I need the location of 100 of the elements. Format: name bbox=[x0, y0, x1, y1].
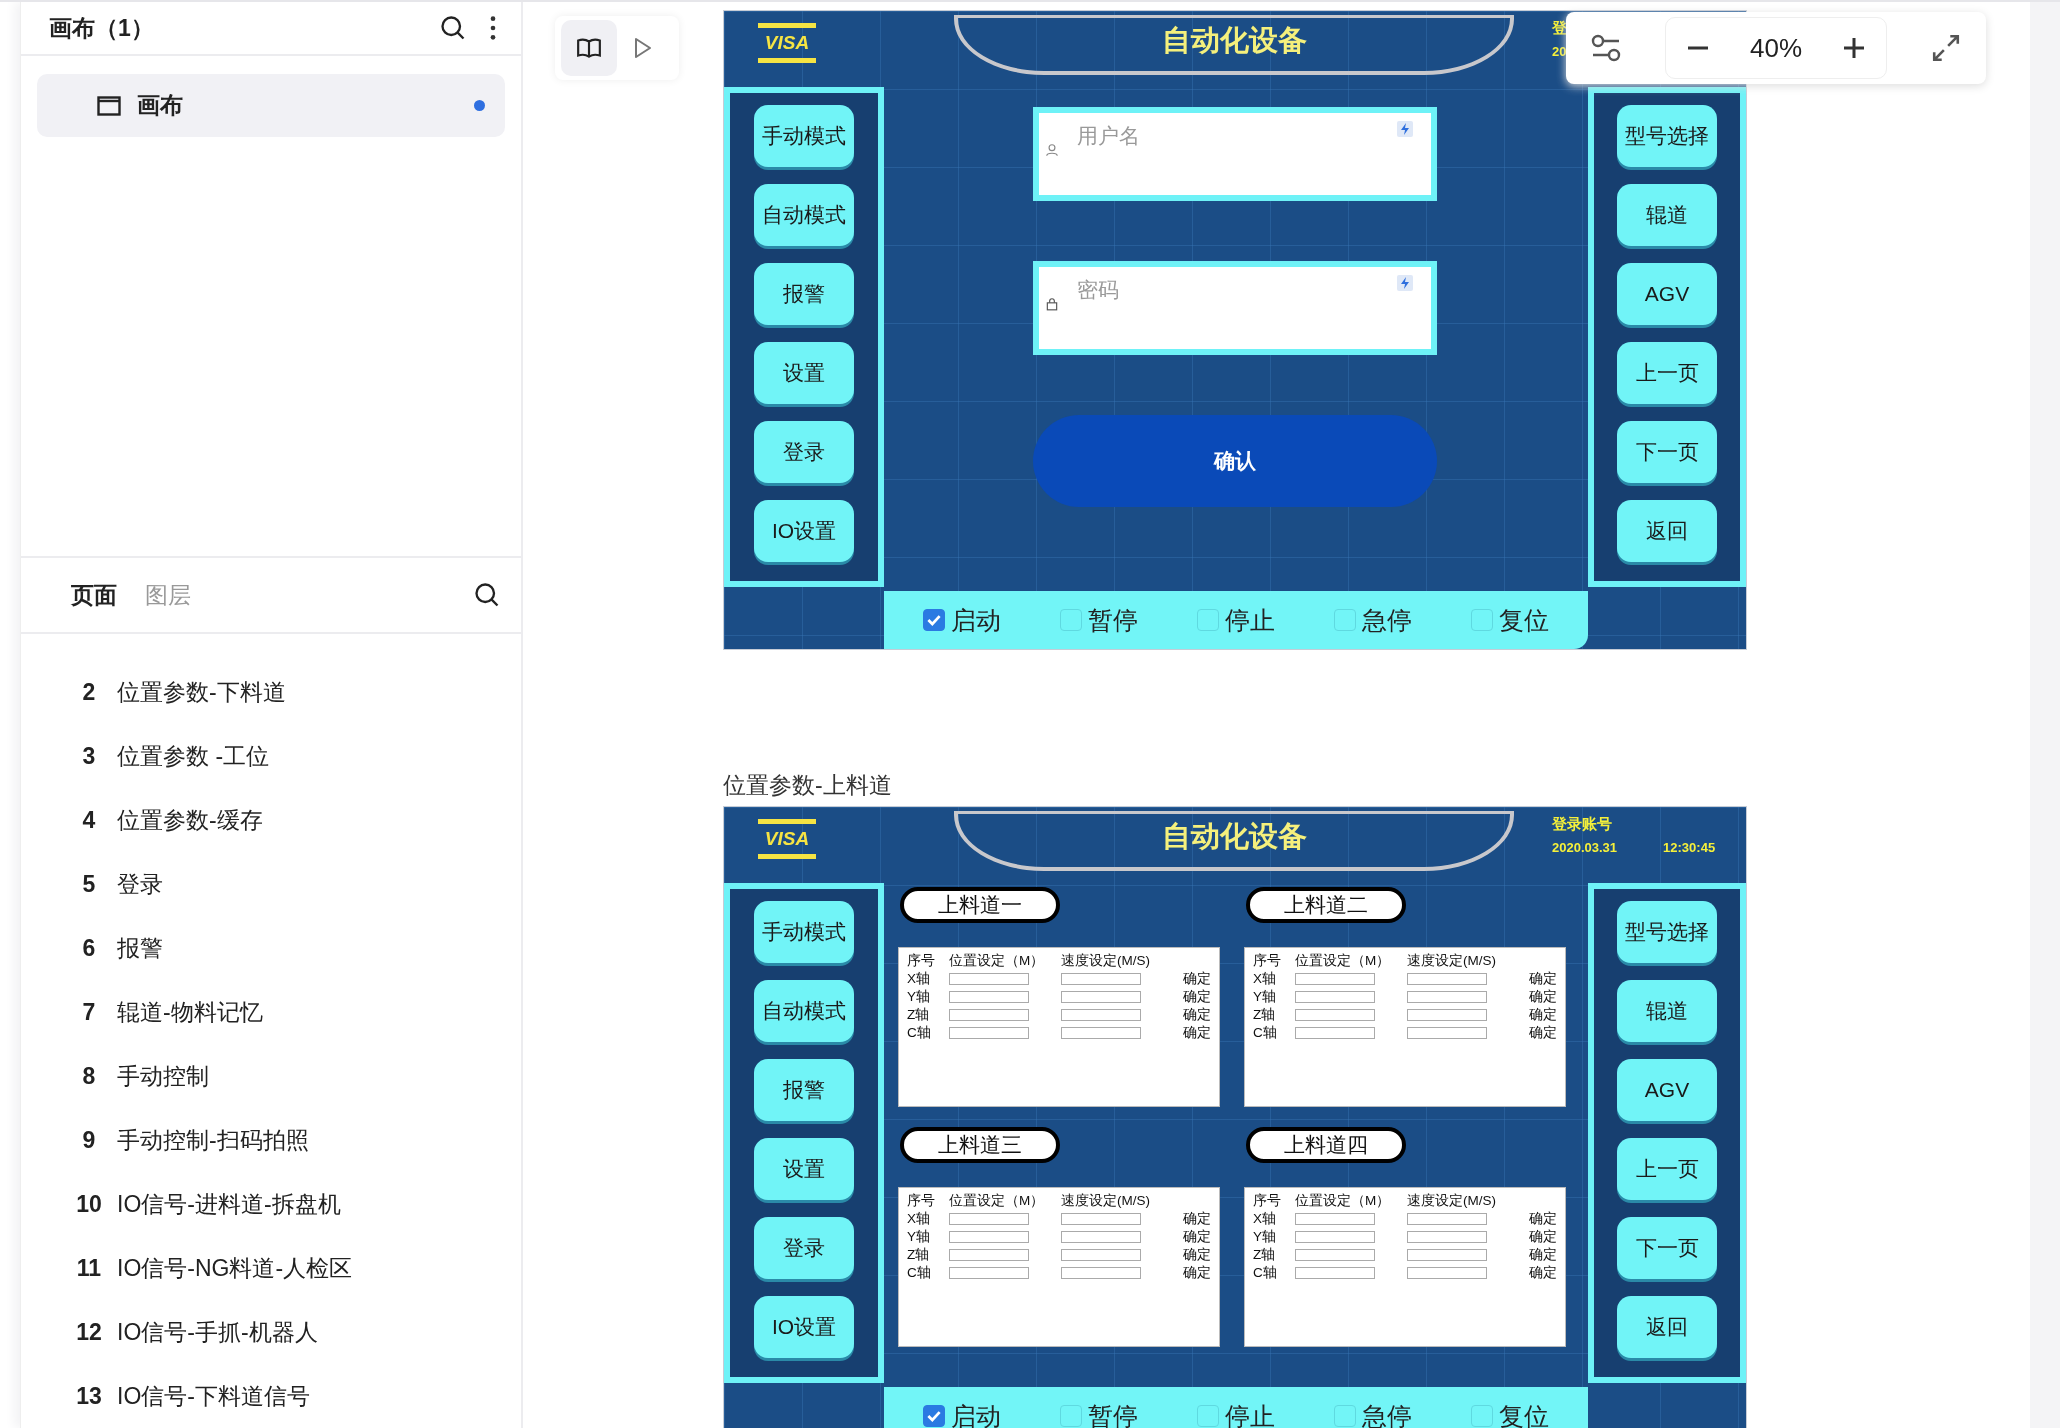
position-input[interactable] bbox=[949, 991, 1029, 1003]
confirm-link[interactable]: 确定 bbox=[1173, 1246, 1211, 1264]
page-item[interactable]: 位置参数-缓存 bbox=[117, 804, 263, 836]
speed-input[interactable] bbox=[1407, 1267, 1487, 1279]
confirm-button[interactable]: 确认 bbox=[1033, 415, 1437, 507]
menu-button[interactable]: 型号选择 bbox=[1617, 901, 1717, 963]
speed-input[interactable] bbox=[1061, 1213, 1141, 1225]
speed-input[interactable] bbox=[1061, 1231, 1141, 1243]
position-input[interactable] bbox=[1295, 1249, 1375, 1261]
page-item[interactable]: 登录 bbox=[117, 868, 163, 900]
menu-button[interactable]: 报警 bbox=[754, 263, 854, 325]
menu-button[interactable]: 辊道 bbox=[1617, 184, 1717, 246]
menu-button[interactable]: AGV bbox=[1617, 1059, 1717, 1121]
menu-button[interactable]: AGV bbox=[1617, 263, 1717, 325]
menu-button[interactable]: 自动模式 bbox=[754, 184, 854, 246]
confirm-link[interactable]: 确定 bbox=[1173, 970, 1211, 988]
checkbox[interactable] bbox=[1060, 609, 1083, 631]
confirm-link[interactable]: 确定 bbox=[1519, 1024, 1557, 1042]
checkbox[interactable] bbox=[1333, 1405, 1356, 1427]
speed-input[interactable] bbox=[1061, 1027, 1141, 1039]
position-input[interactable] bbox=[949, 1009, 1029, 1021]
speed-input[interactable] bbox=[1407, 973, 1487, 985]
page-item[interactable]: IO信号-进料道-拆盘机 bbox=[117, 1188, 341, 1220]
position-input[interactable] bbox=[1295, 1213, 1375, 1225]
menu-button[interactable]: 下一页 bbox=[1617, 1217, 1717, 1279]
confirm-link[interactable]: 确定 bbox=[1519, 970, 1557, 988]
checkbox[interactable] bbox=[1470, 1405, 1493, 1427]
confirm-link[interactable]: 确定 bbox=[1173, 1006, 1211, 1024]
confirm-link[interactable]: 确定 bbox=[1519, 1210, 1557, 1228]
speed-input[interactable] bbox=[1407, 1009, 1487, 1021]
page-item[interactable]: 报警 bbox=[117, 932, 163, 964]
menu-button[interactable]: 上一页 bbox=[1617, 1138, 1717, 1200]
confirm-link[interactable]: 确定 bbox=[1173, 1024, 1211, 1042]
position-input[interactable] bbox=[1295, 1231, 1375, 1243]
position-input[interactable] bbox=[1295, 973, 1375, 985]
position-input[interactable] bbox=[949, 1267, 1029, 1279]
speed-input[interactable] bbox=[1407, 1231, 1487, 1243]
speed-input[interactable] bbox=[1061, 1267, 1141, 1279]
menu-button[interactable]: 下一页 bbox=[1617, 421, 1717, 483]
speed-input[interactable] bbox=[1407, 991, 1487, 1003]
position-input[interactable] bbox=[949, 1231, 1029, 1243]
confirm-link[interactable]: 确定 bbox=[1519, 1228, 1557, 1246]
menu-button[interactable]: 手动模式 bbox=[754, 105, 854, 167]
speed-input[interactable] bbox=[1407, 1249, 1487, 1261]
position-input[interactable] bbox=[1295, 1267, 1375, 1279]
menu-button[interactable]: 设置 bbox=[754, 1138, 854, 1200]
confirm-link[interactable]: 确定 bbox=[1519, 1246, 1557, 1264]
checkbox[interactable] bbox=[1333, 609, 1356, 631]
expand-icon[interactable] bbox=[1930, 33, 1962, 63]
menu-button[interactable]: 返回 bbox=[1617, 500, 1717, 562]
confirm-link[interactable]: 确定 bbox=[1519, 1264, 1557, 1282]
page-item[interactable]: IO信号-手抓-机器人 bbox=[117, 1316, 318, 1348]
checkbox[interactable] bbox=[1470, 609, 1493, 631]
password-field[interactable]: 密码 bbox=[1033, 261, 1437, 355]
position-input[interactable] bbox=[949, 1213, 1029, 1225]
menu-button[interactable]: 辊道 bbox=[1617, 980, 1717, 1042]
menu-button[interactable]: IO设置 bbox=[754, 500, 854, 562]
menu-button[interactable]: 上一页 bbox=[1617, 342, 1717, 404]
menu-button[interactable]: 自动模式 bbox=[754, 980, 854, 1042]
page-item[interactable]: 位置参数 -工位 bbox=[117, 740, 270, 772]
page-item[interactable]: IO信号-下料道信号 bbox=[117, 1380, 310, 1412]
menu-button[interactable]: 返回 bbox=[1617, 1296, 1717, 1358]
page-item[interactable]: 位置参数-下料道 bbox=[117, 676, 286, 708]
confirm-link[interactable]: 确定 bbox=[1173, 1264, 1211, 1282]
position-input[interactable] bbox=[949, 1249, 1029, 1261]
position-input[interactable] bbox=[949, 1027, 1029, 1039]
speed-input[interactable] bbox=[1407, 1027, 1487, 1039]
speed-input[interactable] bbox=[1061, 1249, 1141, 1261]
page-item[interactable]: 手动控制 bbox=[117, 1060, 209, 1092]
position-input[interactable] bbox=[1295, 1009, 1375, 1021]
confirm-link[interactable]: 确定 bbox=[1173, 1228, 1211, 1246]
page-item[interactable]: 手动控制-扫码拍照 bbox=[117, 1124, 309, 1156]
checkbox[interactable] bbox=[1197, 609, 1219, 631]
confirm-link[interactable]: 确定 bbox=[1173, 1210, 1211, 1228]
position-input[interactable] bbox=[949, 973, 1029, 985]
speed-input[interactable] bbox=[1407, 1213, 1487, 1225]
panel-tab[interactable]: 页面 bbox=[65, 575, 123, 615]
canvas-item[interactable]: 画布 bbox=[37, 74, 505, 137]
menu-button[interactable]: 登录 bbox=[754, 421, 854, 483]
speed-input[interactable] bbox=[1061, 991, 1141, 1003]
menu-button[interactable]: IO设置 bbox=[754, 1296, 854, 1358]
speed-input[interactable] bbox=[1061, 973, 1141, 985]
menu-button[interactable]: 登录 bbox=[754, 1217, 854, 1279]
page-item[interactable]: 辊道-物料记忆 bbox=[117, 996, 263, 1028]
confirm-link[interactable]: 确定 bbox=[1519, 1006, 1557, 1024]
menu-button[interactable]: 型号选择 bbox=[1617, 105, 1717, 167]
position-input[interactable] bbox=[1295, 1027, 1375, 1039]
speed-input[interactable] bbox=[1061, 1009, 1141, 1021]
checkbox[interactable] bbox=[923, 1405, 946, 1427]
menu-button[interactable]: 报警 bbox=[754, 1059, 854, 1121]
sliders-icon[interactable] bbox=[1590, 33, 1622, 63]
position-input[interactable] bbox=[1295, 991, 1375, 1003]
plus-icon[interactable] bbox=[1842, 36, 1866, 60]
confirm-link[interactable]: 确定 bbox=[1519, 988, 1557, 1006]
play-icon[interactable] bbox=[633, 36, 653, 60]
page-item[interactable]: IO信号-NG料道-人检区 bbox=[117, 1252, 353, 1284]
checkbox[interactable] bbox=[1060, 1405, 1083, 1427]
confirm-link[interactable]: 确定 bbox=[1173, 988, 1211, 1006]
checkbox[interactable] bbox=[923, 609, 946, 631]
checkbox[interactable] bbox=[1197, 1405, 1219, 1427]
